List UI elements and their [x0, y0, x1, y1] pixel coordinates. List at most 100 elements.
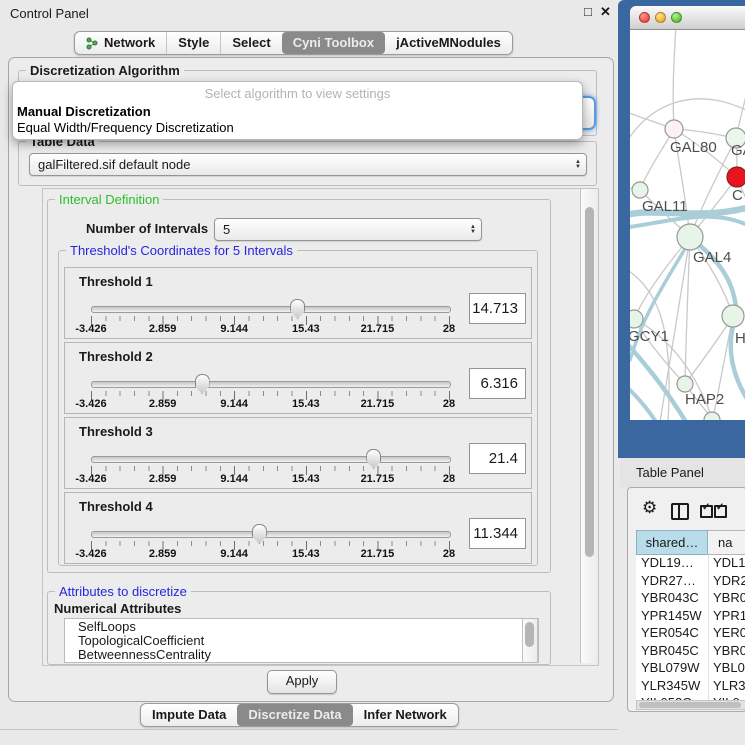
table-panel-title: Table Panel [620, 458, 745, 487]
threshold-2-value-input[interactable]: 6.316 [469, 368, 526, 399]
tick-label: 28 [417, 473, 481, 485]
cell-shared-name[interactable]: YER054C [636, 625, 708, 643]
table-row[interactable]: YBL079W YBL0 [636, 660, 745, 678]
network-window-titlebar[interactable] [630, 6, 745, 30]
tick-label: 9.144 [202, 473, 266, 485]
node-h[interactable] [722, 305, 744, 327]
table-row[interactable]: YBR045C YBR0 [636, 643, 745, 661]
cell-name[interactable]: YPR1 [708, 608, 745, 626]
select-none-checkbox-icon[interactable] [714, 505, 727, 518]
node-gal80[interactable] [665, 120, 683, 138]
number-of-intervals-label: Number of Intervals [86, 221, 208, 236]
slider-track[interactable] [91, 381, 451, 388]
threshold-3-panel: Threshold 3 -3.426 2.859 9.144 15.43 21.… [64, 417, 532, 489]
combobox-stepper-icon: ▲ ▼ [470, 225, 476, 235]
node-hap2[interactable] [677, 376, 693, 392]
cell-shared-name[interactable]: YBL079W [636, 660, 708, 678]
split-columns-icon[interactable] [671, 503, 689, 520]
cell-name[interactable]: YLR3 [708, 678, 745, 696]
table-row[interactable]: YDL19… YDL1 [636, 555, 745, 573]
network-nodes[interactable] [630, 120, 745, 420]
tick-label: 2.859 [131, 398, 195, 410]
cell-name[interactable]: YBR0 [708, 643, 745, 661]
table-horizontal-scrollbar[interactable] [636, 700, 745, 710]
node-gal4[interactable] [677, 224, 703, 250]
tab-infer-network[interactable]: Infer Network [353, 704, 458, 726]
attributes-list-scrollbar[interactable] [522, 619, 538, 662]
threshold-3-slider[interactable]: -3.426 2.859 9.144 15.43 21.715 28 [91, 456, 449, 486]
cell-name[interactable]: YBR0 [708, 590, 745, 608]
cell-shared-name[interactable]: YBR043C [636, 590, 708, 608]
network-window-frame[interactable]: GAL80 GA GAL11 C GAL4 GCY1 H HAP2 [618, 0, 745, 458]
threshold-1-label: Threshold 1 [79, 274, 153, 289]
tab-network[interactable]: Network [75, 32, 166, 54]
float-panel-icon[interactable]: □ [584, 4, 592, 19]
cell-shared-name[interactable]: YLR345W [636, 678, 708, 696]
table-scrollbar-thumb[interactable] [639, 702, 741, 708]
select-all-checkbox-icon[interactable] [700, 505, 713, 518]
slider-track[interactable] [91, 306, 451, 313]
threshold-3-label: Threshold 3 [79, 424, 153, 439]
number-of-intervals-combobox[interactable]: 5 ▲ ▼ [214, 218, 482, 241]
table-data-combobox[interactable]: galFiltered.sif default node ▲ ▼ [29, 153, 587, 176]
node-gcy1[interactable] [630, 310, 643, 328]
attributes-scrollbar-thumb[interactable] [525, 622, 534, 647]
cell-shared-name[interactable]: YPR145W [636, 608, 708, 626]
table-row[interactable]: YER054C YER0 [636, 625, 745, 643]
node-gal11[interactable] [632, 182, 648, 198]
threshold-2-slider[interactable]: -3.426 2.859 9.144 15.43 21.715 28 [91, 381, 449, 411]
zoom-button[interactable] [671, 12, 682, 23]
tab-discretize-data[interactable]: Discretize Data [237, 704, 352, 726]
tab-style-label: Style [178, 32, 209, 54]
table-row[interactable]: YPR145W YPR1 [636, 608, 745, 626]
node-label-partial-top: GA [731, 142, 745, 159]
tab-cyni-toolbox[interactable]: Cyni Toolbox [282, 32, 385, 54]
algorithm-option-equal-width[interactable]: Equal Width/Frequency Discretization [17, 120, 234, 135]
threshold-3-value-input[interactable]: 21.4 [469, 443, 526, 474]
table-row[interactable]: YBR043C YBR0 [636, 590, 745, 608]
apply-button[interactable]: Apply [267, 670, 337, 694]
list-item[interactable]: TopologicalCoefficient [65, 634, 538, 648]
threshold-1-slider[interactable]: -3.426 2.859 9.144 15.43 21.715 28 [91, 306, 449, 336]
tab-style[interactable]: Style [166, 32, 220, 54]
node-label-gal4: GAL4 [693, 249, 731, 266]
node-label-partial-h: H [735, 330, 745, 347]
minimize-button[interactable] [655, 12, 666, 23]
network-canvas[interactable]: GAL80 GA GAL11 C GAL4 GCY1 H HAP2 [630, 30, 745, 420]
column-header-name[interactable]: na [708, 530, 745, 555]
cell-shared-name[interactable]: YDL19… [636, 555, 708, 573]
algorithm-option-manual[interactable]: Manual Discretization [17, 104, 151, 119]
tab-select[interactable]: Select [220, 32, 281, 54]
table-row[interactable]: YDR27… YDR2 [636, 573, 745, 591]
thresholds-coordinates-group: Threshold's Coordinates for 5 Intervals … [58, 250, 538, 566]
cell-name[interactable]: YBL0 [708, 660, 745, 678]
close-panel-icon[interactable]: ✕ [600, 4, 611, 20]
table-row[interactable]: YLR345W YLR3 [636, 678, 745, 696]
column-header-shared-name[interactable]: shared… [636, 530, 708, 555]
cell-name[interactable]: YDL1 [708, 555, 745, 573]
tab-impute-data[interactable]: Impute Data [141, 704, 237, 726]
slider-track[interactable] [91, 456, 451, 463]
node-red-selected[interactable] [727, 167, 745, 187]
cell-shared-name[interactable]: YBR045C [636, 643, 708, 661]
threshold-4-panel: Threshold 4 -3.426 2.859 9.144 15.43 21.… [64, 492, 532, 564]
slider-track[interactable] [91, 531, 451, 538]
close-button[interactable] [639, 12, 650, 23]
tab-impute-data-label: Impute Data [152, 704, 226, 726]
numerical-attributes-list: SelfLoops TopologicalCoefficient Between… [64, 618, 539, 663]
table-settings-gear-icon[interactable]: ⚙ [642, 498, 657, 518]
threshold-4-value-input[interactable]: 11.344 [469, 518, 526, 549]
tab-jactivemnodules[interactable]: jActiveMNodules [385, 32, 512, 54]
cell-name[interactable]: YDR2 [708, 573, 745, 591]
settings-vertical-scrollbar[interactable] [580, 189, 599, 663]
settings-scrollbar-thumb[interactable] [585, 207, 594, 557]
node-attribute-table[interactable]: shared… na YDL19… YDL1 YDR27… YDR2 YBR04… [636, 530, 745, 701]
threshold-4-slider[interactable]: -3.426 2.859 9.144 15.43 21.715 28 [91, 531, 449, 561]
cell-shared-name[interactable]: YDR27… [636, 573, 708, 591]
network-graph[interactable]: GAL80 GA GAL11 C GAL4 GCY1 H HAP2 [630, 30, 745, 420]
threshold-1-value-input[interactable]: 14.713 [469, 293, 526, 324]
list-item[interactable]: SelfLoops [65, 619, 538, 634]
list-item[interactable]: BetweennessCentrality [65, 648, 538, 662]
node-bottom-partial[interactable] [704, 412, 720, 420]
cell-name[interactable]: YER0 [708, 625, 745, 643]
